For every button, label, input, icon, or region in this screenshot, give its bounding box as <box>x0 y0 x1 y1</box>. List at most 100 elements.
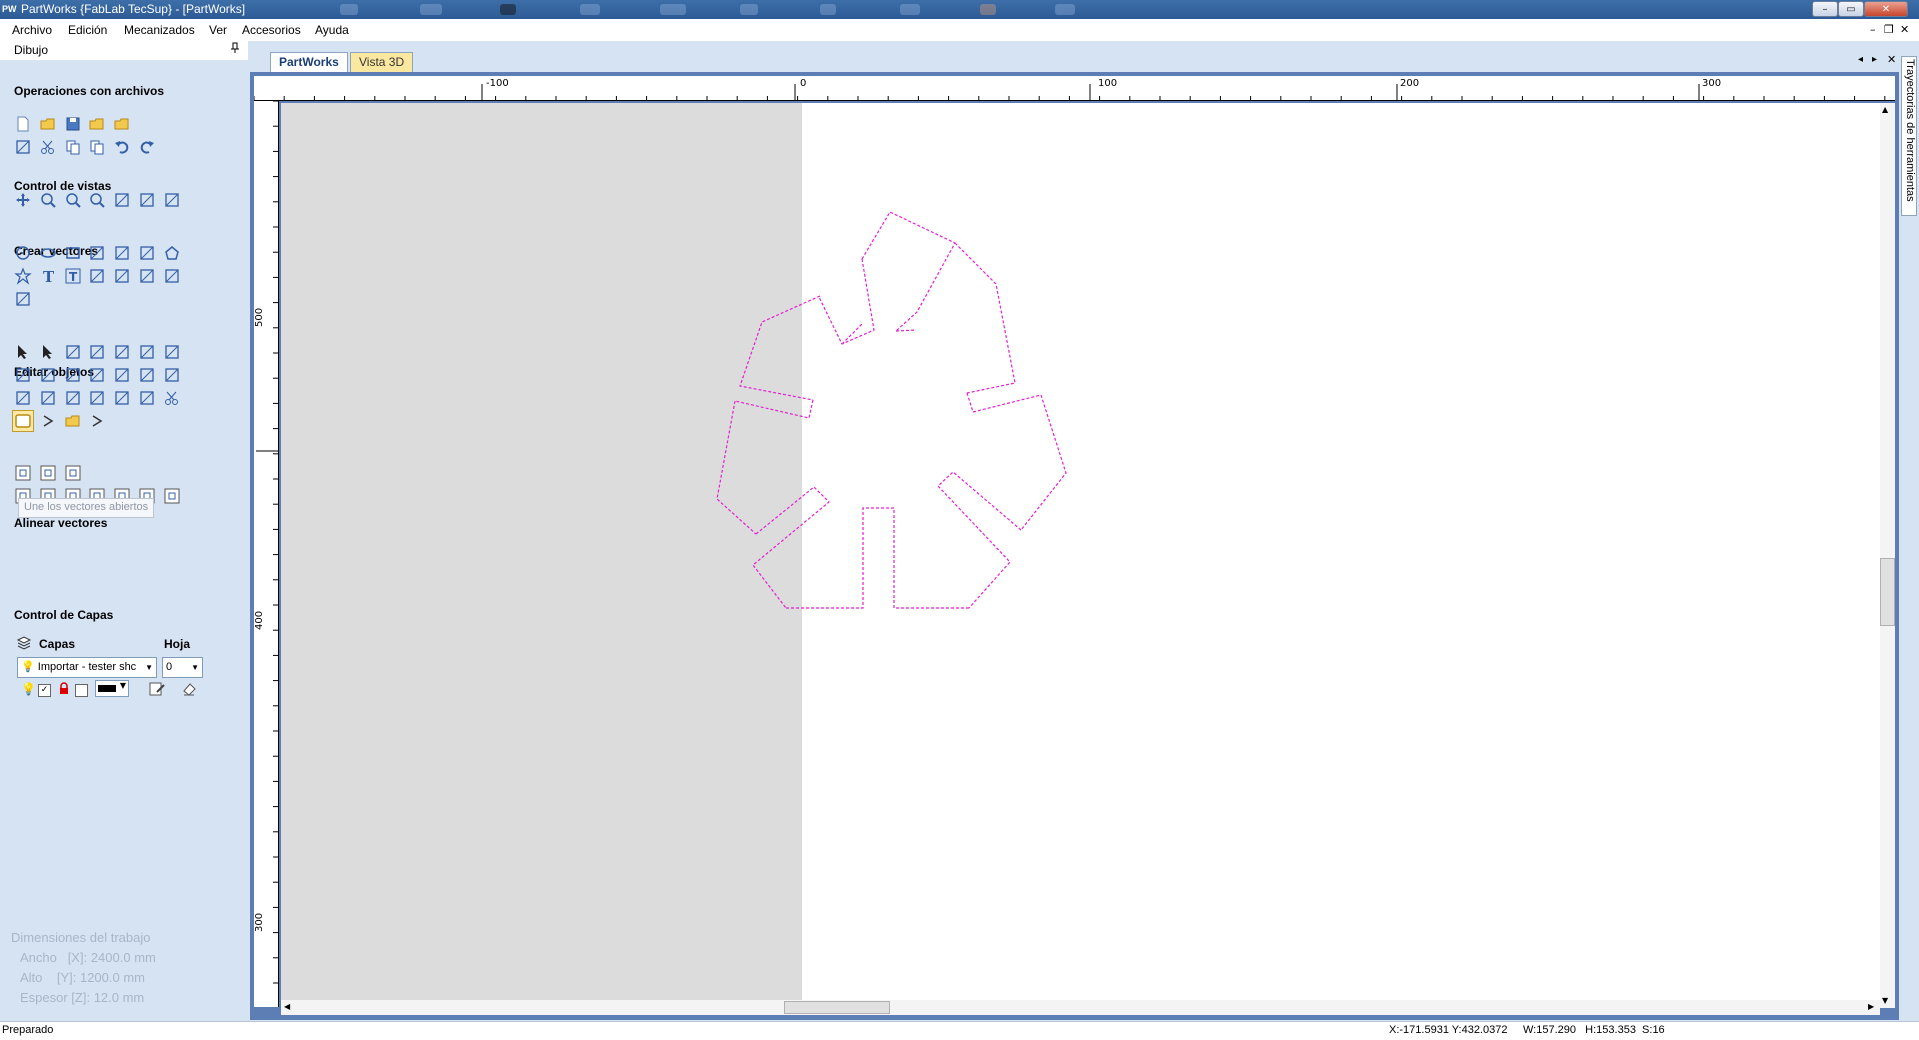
visible-checkbox[interactable]: ✓ <box>38 684 51 697</box>
menu-accesorios[interactable]: Accesorios <box>242 19 301 41</box>
rectangle-icon[interactable] <box>62 242 84 264</box>
pin-icon[interactable] <box>230 42 240 57</box>
vector-segment[interactable] <box>716 400 757 535</box>
scroll-right-icon[interactable]: ▶ <box>1868 1002 1874 1011</box>
mirror-icon[interactable] <box>86 364 108 386</box>
move-icon[interactable] <box>62 364 84 386</box>
undo-icon[interactable] <box>111 136 133 158</box>
scissors-icon[interactable] <box>161 387 183 409</box>
copy-icon[interactable] <box>62 136 84 158</box>
layer-checkbox[interactable] <box>75 684 88 697</box>
extend-icon[interactable] <box>136 387 158 409</box>
grid-array-icon[interactable] <box>111 364 133 386</box>
scroll-left-icon[interactable]: ◀ <box>284 1002 290 1011</box>
node-select-icon[interactable] <box>37 341 59 363</box>
vector-segment[interactable] <box>895 329 917 332</box>
offset-icon[interactable] <box>161 364 183 386</box>
layer-color-picker[interactable]: ▼ <box>95 680 129 697</box>
window-minimize-button[interactable]: – <box>1812 1 1838 17</box>
scroll-up-icon[interactable]: ▲ <box>1882 105 1888 114</box>
center-align-icon[interactable] <box>12 462 34 484</box>
fillet-icon[interactable] <box>12 387 34 409</box>
window-restore-button[interactable]: ▭ <box>1838 1 1864 17</box>
menu-edicion[interactable]: Edición <box>68 19 107 41</box>
trim-icon[interactable] <box>37 387 59 409</box>
horizontal-scroll-thumb[interactable] <box>784 1001 890 1014</box>
text-arc-icon[interactable] <box>136 265 158 287</box>
close-vector-icon[interactable] <box>37 410 59 432</box>
new-file-icon[interactable] <box>12 113 34 135</box>
scroll-down-icon[interactable]: ▼ <box>1882 996 1888 1005</box>
text-spacing-icon[interactable] <box>111 265 133 287</box>
vertical-scrollbar[interactable]: ▲ ▼ <box>1880 103 1895 1008</box>
tab-close-icon[interactable]: ✕ <box>1887 53 1896 66</box>
save-icon[interactable] <box>62 113 84 135</box>
layer-dropdown[interactable]: 💡 Importar - tester shc ▼ <box>17 657 157 678</box>
text-box-icon[interactable]: T <box>62 265 84 287</box>
tab-vista-3d[interactable]: Vista 3D <box>350 52 414 72</box>
open-file-icon[interactable] <box>37 113 59 135</box>
menu-ver[interactable]: Ver <box>209 19 227 41</box>
align-middle-v-icon[interactable] <box>161 485 183 507</box>
redo-icon[interactable] <box>136 136 158 158</box>
star-icon[interactable] <box>12 265 34 287</box>
menu-ayuda[interactable]: Ayuda <box>315 19 349 41</box>
import-view-icon[interactable] <box>161 189 183 211</box>
vector-segment[interactable] <box>818 258 875 345</box>
lock-icon[interactable] <box>59 682 69 695</box>
lightbulb-icon[interactable]: 💡 <box>21 682 36 696</box>
vector-drawing[interactable] <box>281 103 1886 1008</box>
smooth-icon[interactable] <box>136 341 158 363</box>
bounding-box-icon[interactable] <box>161 341 183 363</box>
join-vectors-icon[interactable] <box>12 410 34 432</box>
tab-partworks[interactable]: PartWorks <box>270 52 348 72</box>
center-vertical-icon[interactable] <box>62 462 84 484</box>
mdi-close-button[interactable]: ✕ <box>1900 22 1909 38</box>
menu-mecanizados[interactable]: Mecanizados <box>124 19 195 41</box>
select-icon[interactable] <box>12 341 34 363</box>
window-close-button[interactable]: ✕ <box>1864 1 1908 17</box>
zoom-icon[interactable] <box>37 189 59 211</box>
ungroup-icon[interactable] <box>111 341 133 363</box>
split-view-icon[interactable] <box>111 189 133 211</box>
vector-segment[interactable] <box>739 295 821 401</box>
lasso-icon[interactable] <box>62 387 84 409</box>
drawing-canvas[interactable] <box>281 103 1886 1008</box>
import-icon[interactable] <box>111 113 133 135</box>
vertical-scroll-thumb[interactable] <box>1880 558 1895 626</box>
zoom-out-icon[interactable] <box>86 189 108 211</box>
arc-icon[interactable] <box>111 242 133 264</box>
layer-properties-icon[interactable] <box>148 681 166 700</box>
select-all-icon[interactable] <box>12 136 34 158</box>
view-layout-icon[interactable] <box>136 189 158 211</box>
menu-archivo[interactable]: Archivo <box>12 19 52 41</box>
toolpaths-tab[interactable]: Trayectorias de herramientas <box>1901 56 1917 216</box>
vector-segment[interactable] <box>937 471 1022 609</box>
transform-icon[interactable] <box>62 341 84 363</box>
subtract-icon[interactable] <box>86 387 108 409</box>
open-folder-icon[interactable] <box>86 113 108 135</box>
vector-segment[interactable] <box>734 399 814 419</box>
text-on-curve-icon[interactable] <box>86 265 108 287</box>
vector-segment[interactable] <box>752 486 830 609</box>
pan-icon[interactable] <box>12 189 34 211</box>
scale-icon[interactable] <box>12 364 34 386</box>
zoom-fit-icon[interactable] <box>62 189 84 211</box>
mdi-minimize-button[interactable]: – <box>1870 22 1876 38</box>
horizontal-scrollbar[interactable]: ◀ ▶ <box>281 1000 1880 1015</box>
tab-scroll-right-icon[interactable]: ▸ <box>1872 54 1877 65</box>
text-icon[interactable]: T <box>37 265 59 287</box>
vector-segment[interactable] <box>966 392 1042 413</box>
group-icon[interactable] <box>86 341 108 363</box>
separate-icon[interactable] <box>86 410 108 432</box>
polyline-icon[interactable] <box>136 242 158 264</box>
rotate-icon[interactable] <box>37 364 59 386</box>
sheet-dropdown[interactable]: 0 ▼ <box>162 657 203 678</box>
chamfer-icon[interactable] <box>111 387 133 409</box>
ellipse-icon[interactable] <box>37 242 59 264</box>
tab-scroll-left-icon[interactable]: ◂ <box>1858 54 1863 65</box>
vector-segment[interactable] <box>786 507 969 609</box>
mdi-restore-button[interactable]: ❐ <box>1884 22 1894 38</box>
curve-icon[interactable] <box>86 242 108 264</box>
cut-icon[interactable] <box>37 136 59 158</box>
